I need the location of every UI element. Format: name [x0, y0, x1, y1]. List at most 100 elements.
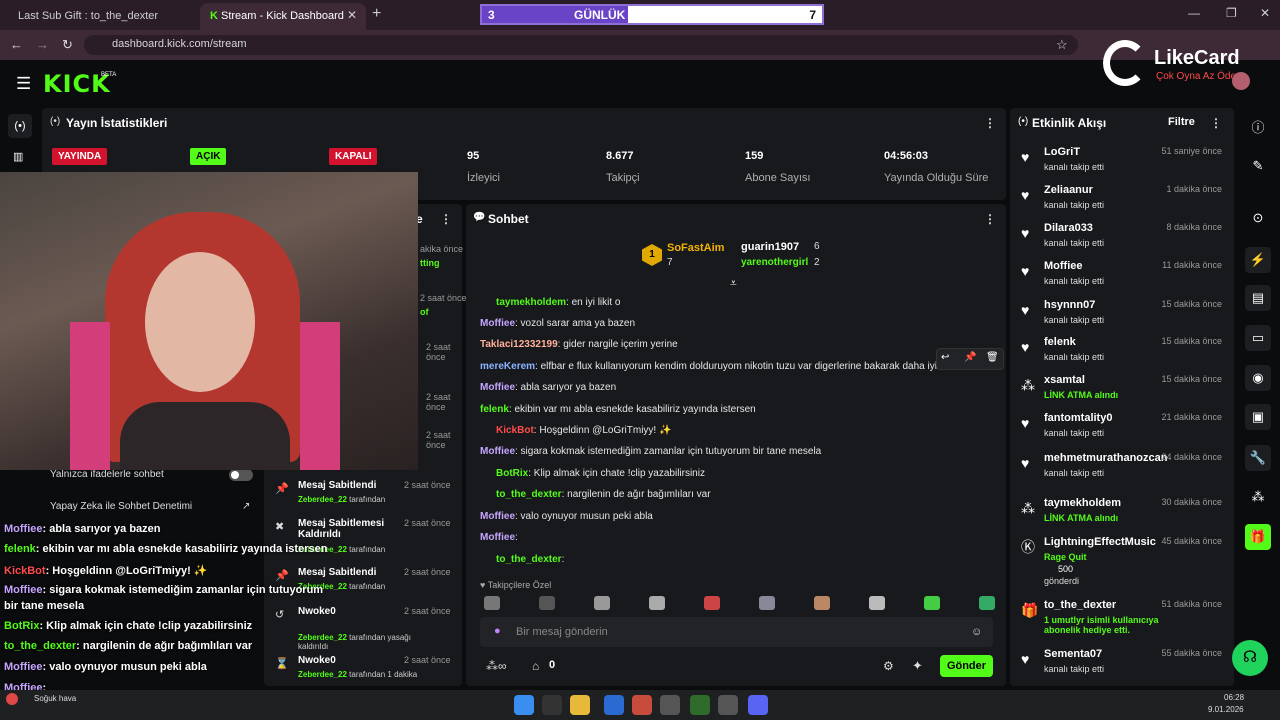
- emoji-icon[interactable]: ☺: [971, 626, 982, 638]
- edit-icon[interactable]: ✎: [1245, 153, 1271, 179]
- leader-1-name[interactable]: SoFastAim: [667, 242, 724, 254]
- layout-icon[interactable]: ▣: [1245, 404, 1271, 430]
- maximize-icon[interactable]: ❐: [1226, 6, 1237, 20]
- mic-icon[interactable]: ●: [494, 625, 501, 637]
- wrench-icon[interactable]: 🔧: [1245, 445, 1271, 471]
- back-icon[interactable]: ←: [10, 37, 23, 52]
- new-tab-icon[interactable]: +: [372, 5, 381, 23]
- mod-log-menu-icon[interactable]: ⋮: [440, 212, 452, 226]
- collapse-icon[interactable]: ⩡: [730, 276, 737, 291]
- mod-user[interactable]: Zeberdee_22: [298, 670, 347, 679]
- chat-message[interactable]: Moffiee: sigara kokmak istemediğim zaman…: [480, 446, 821, 457]
- info-icon[interactable]: ⓘ: [1245, 115, 1271, 141]
- avatar[interactable]: [1232, 72, 1250, 90]
- support-headset-icon[interactable]: ☊: [1232, 640, 1268, 676]
- emote-icon[interactable]: [759, 596, 775, 610]
- chat-message[interactable]: BotRix: Klip almak için chate !clip yaza…: [496, 468, 705, 479]
- emote-only-toggle[interactable]: [229, 469, 253, 481]
- chat-username[interactable]: Moffiee: [480, 446, 515, 457]
- activity-user[interactable]: Moffiee: [1044, 260, 1083, 272]
- chat-username[interactable]: to_the_dexter: [496, 554, 562, 565]
- chat-username[interactable]: Moffiee: [480, 511, 515, 522]
- chat-message[interactable]: felenk: ekibin var mı abla esnekde kasab…: [480, 404, 756, 415]
- reload-icon[interactable]: ↻: [62, 37, 73, 53]
- store-icon[interactable]: ⌂: [532, 659, 539, 673]
- emote-icon[interactable]: [484, 596, 500, 610]
- minimize-icon[interactable]: —: [1188, 6, 1200, 20]
- activity-user[interactable]: fantomtality0: [1044, 412, 1112, 424]
- emote-icon[interactable]: [924, 596, 940, 610]
- external-link-icon[interactable]: ↗: [242, 501, 250, 512]
- close-window-icon[interactable]: ✕: [1260, 6, 1270, 20]
- chat-username[interactable]: felenk: [480, 404, 509, 415]
- chat-username[interactable]: BotRix: [496, 468, 528, 479]
- explorer-icon[interactable]: [570, 695, 590, 715]
- chat-username[interactable]: to_the_dexter: [496, 489, 562, 500]
- chat-message[interactable]: mereKerem: elfbar e flux kullanıyorum ke…: [480, 361, 947, 372]
- chat-username[interactable]: Moffiee: [480, 382, 515, 393]
- chat-message[interactable]: Moffiee: abla sarıyor ya bazen: [480, 382, 616, 393]
- chat-username[interactable]: Moffiee: [480, 532, 515, 543]
- chat-message[interactable]: to_the_dexter:: [496, 554, 564, 565]
- bookmark-star-icon[interactable]: ☆: [1056, 37, 1068, 53]
- camera-icon[interactable]: ⊙: [1245, 205, 1271, 231]
- off-badge[interactable]: KAPALI: [329, 148, 378, 165]
- store-app-icon[interactable]: [604, 695, 624, 715]
- discord-icon[interactable]: [748, 695, 768, 715]
- activity-user[interactable]: Sementa07: [1044, 648, 1102, 660]
- emote-icon[interactable]: [594, 596, 610, 610]
- activity-user[interactable]: hsynnn07: [1044, 299, 1095, 311]
- forward-icon[interactable]: →: [36, 37, 49, 52]
- chat-message[interactable]: Taklaci12332199: gider nargile içerim ye…: [480, 339, 678, 350]
- chat-message[interactable]: Moffiee: valo oynuyor musun peki abla: [480, 511, 653, 522]
- kick-points-icon[interactable]: ⁂∞: [486, 659, 507, 673]
- app2-icon[interactable]: [718, 695, 738, 715]
- chat-menu-icon[interactable]: ⋮: [984, 212, 996, 226]
- chat-message[interactable]: KickBot: Hoşgeldinn @LoGriTmiyy! ✨: [496, 425, 671, 436]
- trash-icon[interactable]: 🗑: [986, 352, 999, 363]
- chat-message[interactable]: Moffiee: vozol sarar ama ya bazen: [480, 318, 635, 329]
- chat-message[interactable]: taymekholdem: en iyi likit o: [496, 297, 621, 308]
- emote-icon[interactable]: [539, 596, 555, 610]
- activity-user[interactable]: LoGriT: [1044, 146, 1080, 158]
- chat-username[interactable]: KickBot: [496, 425, 534, 436]
- kick-app-icon[interactable]: [690, 695, 710, 715]
- settings-gear-icon[interactable]: ⚙: [883, 659, 894, 673]
- activity-user[interactable]: Dilara033: [1044, 222, 1093, 234]
- emote-icon[interactable]: [869, 596, 885, 610]
- analytics-icon[interactable]: ▥: [13, 150, 23, 163]
- filter-button[interactable]: Filtre: [1168, 116, 1195, 128]
- chat-username[interactable]: Taklaci12332199: [480, 339, 558, 350]
- activity-user[interactable]: LightningEffectMusic: [1044, 536, 1156, 548]
- emote-icon[interactable]: [704, 596, 720, 610]
- url-field[interactable]: dashboard.kick.com/stream: [84, 35, 1078, 55]
- chrome-icon[interactable]: [632, 695, 652, 715]
- leader-3-name[interactable]: yarenothergirl: [741, 257, 808, 268]
- taskview-icon[interactable]: [542, 695, 562, 715]
- mod-user[interactable]: Zeberdee_22: [298, 633, 347, 642]
- stats-menu-icon[interactable]: ⋮: [984, 116, 996, 130]
- activity-user[interactable]: xsamtal: [1044, 374, 1085, 386]
- chat-icon[interactable]: ▭: [1245, 325, 1271, 351]
- broadcast-rail-icon[interactable]: ◉: [1245, 365, 1271, 391]
- activity-menu-icon[interactable]: ⋮: [1210, 116, 1222, 130]
- mod-user[interactable]: Zeberdee_22: [298, 495, 347, 504]
- activity-user[interactable]: felenk: [1044, 336, 1076, 348]
- emote-icon[interactable]: [979, 596, 995, 610]
- chat-message[interactable]: Moffiee:: [480, 532, 518, 543]
- menu-icon[interactable]: ☰: [16, 74, 31, 94]
- on-badge[interactable]: AÇIK: [190, 148, 227, 165]
- chat-username[interactable]: taymekholdem: [496, 297, 566, 308]
- points-rail-icon[interactable]: ⁂: [1245, 484, 1271, 510]
- emote-button-icon[interactable]: ✦: [912, 658, 923, 674]
- emote-icon[interactable]: [649, 596, 665, 610]
- browser-tab-1[interactable]: Last Sub Gift : to_the_dexter: [8, 3, 198, 30]
- app-icon[interactable]: [660, 695, 680, 715]
- send-button[interactable]: Gönder: [940, 655, 993, 677]
- close-tab-icon[interactable]: ✕: [347, 8, 357, 22]
- gift-icon[interactable]: 🎁: [1245, 524, 1271, 550]
- emote-icon[interactable]: [814, 596, 830, 610]
- activity-user[interactable]: to_the_dexter: [1044, 599, 1116, 611]
- lightning-icon[interactable]: ⚡: [1245, 247, 1271, 273]
- activity-user[interactable]: taymekholdem: [1044, 497, 1121, 509]
